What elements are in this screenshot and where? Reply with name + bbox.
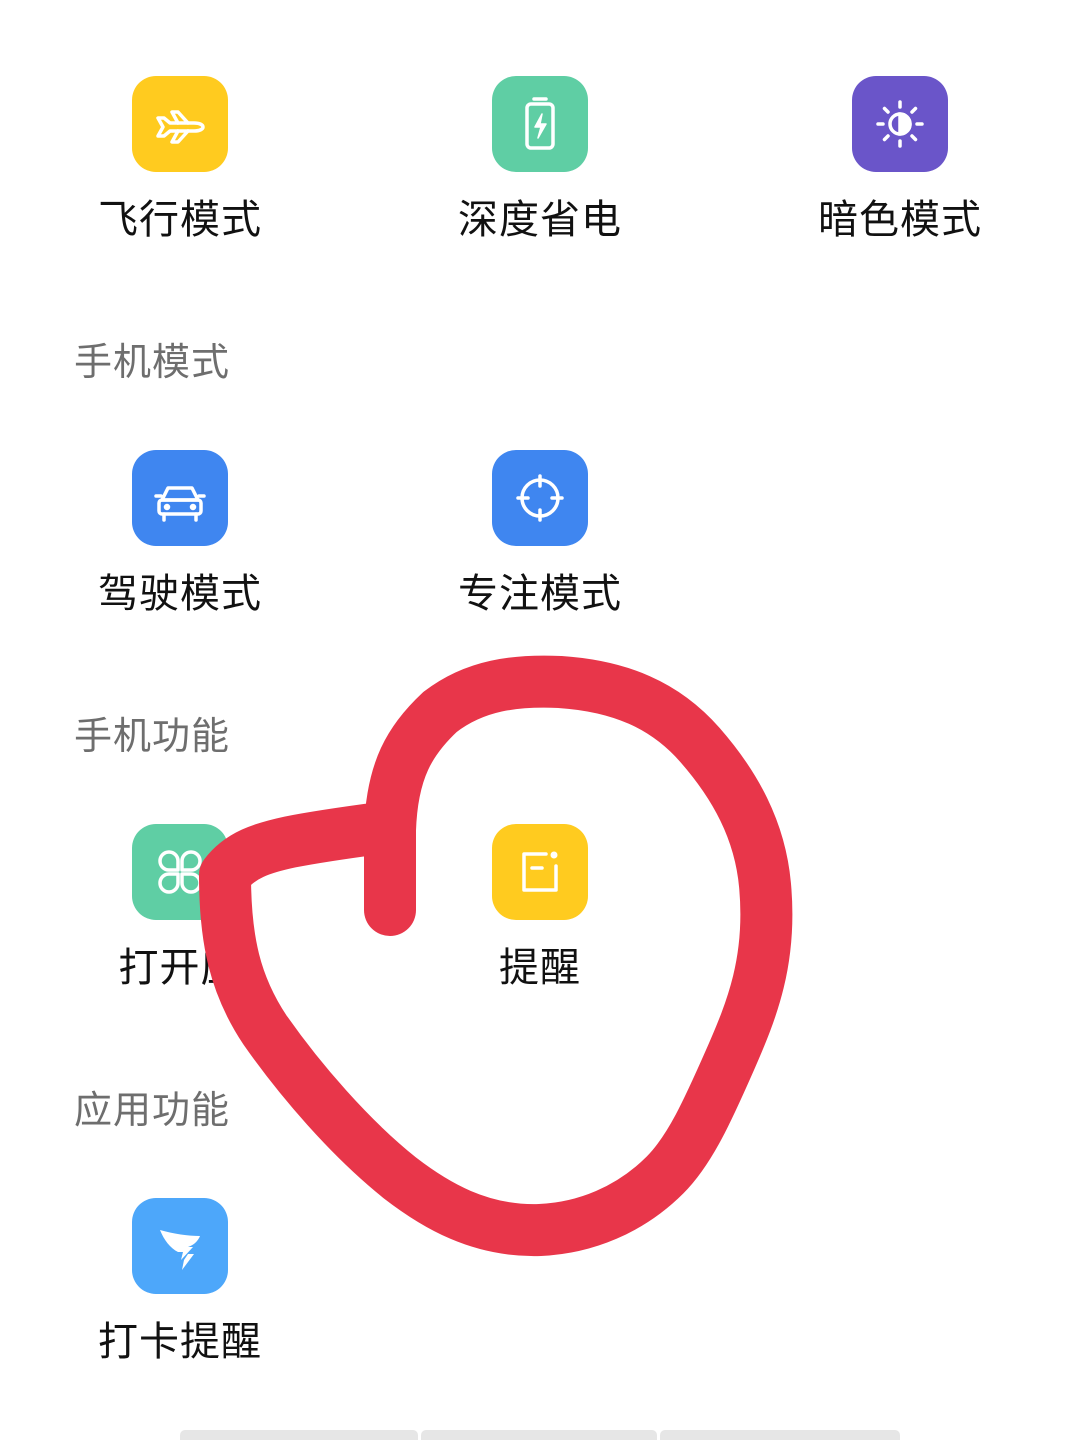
bottom-indicator-left [180, 1430, 418, 1440]
open-app-tile[interactable]: 打开应 [60, 824, 300, 1024]
clock-in-reminder-tile[interactable]: 打卡提醒 [60, 1198, 300, 1398]
brightness-icon [852, 76, 948, 172]
section-title-phone-functions: 手机功能 [74, 714, 231, 758]
car-icon [132, 450, 228, 546]
memo-icon [492, 824, 588, 920]
battery-icon [492, 76, 588, 172]
airplane-icon [132, 76, 228, 172]
focus-mode-tile[interactable]: 专注模式 [420, 450, 660, 650]
airplane-mode-label: 飞行模式 [98, 197, 262, 243]
driving-mode-label: 驾驶模式 [98, 571, 262, 617]
reminder-tile[interactable]: 提醒 [420, 824, 660, 1024]
dark-mode-tile[interactable]: 暗色模式 [780, 76, 1020, 276]
clock-in-reminder-label: 打卡提醒 [98, 1319, 262, 1365]
focus-mode-label: 专注模式 [458, 571, 622, 617]
dingtalk-icon [132, 1198, 228, 1294]
airplane-mode-tile[interactable]: 飞行模式 [60, 76, 300, 276]
power-saving-tile[interactable]: 深度省电 [420, 76, 660, 276]
open-app-label: 打开应 [118, 945, 242, 991]
section-title-app-functions: 应用功能 [74, 1088, 231, 1132]
bottom-indicator-middle [421, 1430, 657, 1440]
dark-mode-label: 暗色模式 [818, 197, 982, 243]
bottom-indicator-right [660, 1430, 900, 1440]
driving-mode-tile[interactable]: 驾驶模式 [60, 450, 300, 650]
crosshair-icon [492, 450, 588, 546]
reminder-label: 提醒 [499, 945, 581, 991]
power-saving-label: 深度省电 [458, 197, 622, 243]
section-title-phone-modes: 手机模式 [74, 340, 231, 384]
apps-grid-icon [132, 824, 228, 920]
